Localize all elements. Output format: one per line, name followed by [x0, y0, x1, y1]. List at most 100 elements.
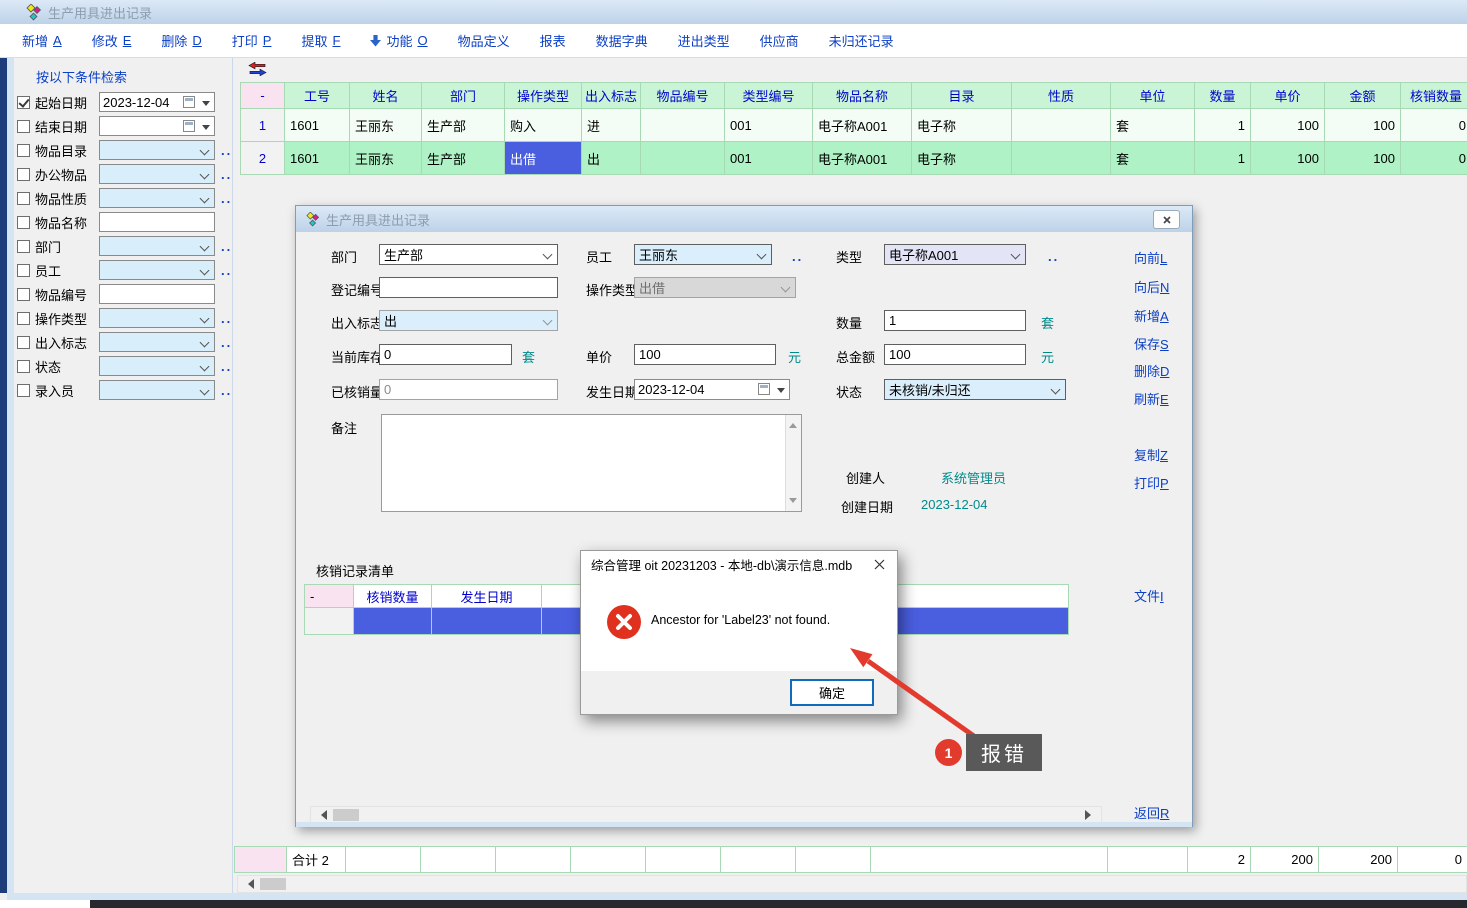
- toolbar-item-define-button[interactable]: 物品定义: [458, 31, 510, 50]
- stock-input[interactable]: 0: [379, 344, 512, 365]
- toolbar-function-menu[interactable]: 功能O: [370, 31, 427, 50]
- cell[interactable]: 1: [1195, 109, 1251, 142]
- toolbar-report-button[interactable]: 报表: [540, 31, 566, 50]
- add-button[interactable]: 新增A: [1134, 306, 1169, 325]
- browse-dots-button[interactable]: ..: [221, 383, 232, 398]
- next-button[interactable]: 向后N: [1134, 277, 1169, 296]
- end-date-field[interactable]: [99, 116, 215, 136]
- item-name-input[interactable]: [99, 212, 215, 232]
- cell[interactable]: 100: [1251, 109, 1325, 142]
- browse-dots-button[interactable]: ..: [221, 167, 232, 182]
- office-item-select[interactable]: [99, 164, 215, 184]
- copy-button[interactable]: 复制Z: [1134, 445, 1168, 464]
- checkbox[interactable]: [17, 288, 30, 301]
- cell[interactable]: [1012, 109, 1111, 142]
- verify-row-number[interactable]: [305, 608, 354, 635]
- status-select[interactable]: [99, 356, 215, 376]
- print-button[interactable]: 打印P: [1134, 473, 1169, 492]
- scroll-thumb[interactable]: [260, 878, 286, 890]
- browse-dots-button[interactable]: ..: [221, 359, 232, 374]
- cell[interactable]: 0: [1401, 109, 1467, 142]
- toolbar-unreturned-button[interactable]: 未归还记录: [829, 31, 894, 50]
- dialog-titlebar[interactable]: 生产用具进出记录: [296, 206, 1192, 232]
- checkbox[interactable]: [17, 360, 30, 373]
- start-date-field[interactable]: 2023-12-04: [99, 92, 215, 112]
- employee-select[interactable]: [99, 260, 215, 280]
- verify-cell-selected[interactable]: [354, 608, 432, 635]
- item-catalog-select[interactable]: [99, 140, 215, 160]
- cell[interactable]: [1012, 142, 1111, 175]
- row-number[interactable]: 1: [241, 109, 285, 142]
- status-combobox[interactable]: 未核销/未归还: [884, 379, 1066, 400]
- toolbar-supplier-button[interactable]: 供应商: [760, 31, 799, 50]
- toolbar-delete-button[interactable]: 删除D: [161, 31, 201, 50]
- cell[interactable]: 100: [1325, 109, 1401, 142]
- entry-clerk-select[interactable]: [99, 380, 215, 400]
- scroll-left-icon[interactable]: [316, 810, 327, 820]
- cell[interactable]: 套: [1111, 142, 1195, 175]
- department-select[interactable]: [99, 236, 215, 256]
- item-code-input[interactable]: [99, 284, 215, 304]
- cell[interactable]: 王丽东: [350, 109, 422, 142]
- selected-cell[interactable]: 出借: [505, 142, 582, 175]
- browse-dots-button[interactable]: ..: [221, 311, 232, 326]
- cell[interactable]: 进: [582, 109, 641, 142]
- cell[interactable]: 1601: [285, 109, 350, 142]
- cell[interactable]: 出: [582, 142, 641, 175]
- dropdown-arrow-icon[interactable]: [202, 101, 210, 110]
- toolbar-edit-button[interactable]: 修改E: [92, 31, 132, 50]
- cell[interactable]: 电子称A001: [813, 109, 912, 142]
- cell[interactable]: 套: [1111, 109, 1195, 142]
- swap-icon[interactable]: [248, 62, 267, 79]
- delete-button[interactable]: 删除D: [1134, 361, 1169, 380]
- checkbox[interactable]: [17, 336, 30, 349]
- cell[interactable]: [641, 109, 725, 142]
- checkbox[interactable]: [17, 192, 30, 205]
- regno-input[interactable]: [379, 277, 558, 298]
- file-button[interactable]: 文件I: [1134, 586, 1164, 605]
- cell[interactable]: [641, 142, 725, 175]
- cell[interactable]: 电子称: [912, 109, 1012, 142]
- cell[interactable]: 100: [1251, 142, 1325, 175]
- dept-combobox[interactable]: 生产部: [379, 244, 558, 265]
- dropdown-arrow-icon[interactable]: [202, 125, 210, 134]
- scroll-right-icon[interactable]: [1085, 810, 1096, 820]
- checkbox[interactable]: [17, 168, 30, 181]
- qty-input[interactable]: 1: [884, 310, 1026, 331]
- employee-browse-button[interactable]: ..: [792, 249, 803, 264]
- type-browse-button[interactable]: ..: [1048, 249, 1059, 264]
- cell[interactable]: 电子称A001: [813, 142, 912, 175]
- employee-combobox[interactable]: 王丽东: [634, 244, 772, 265]
- toolbar-print-button[interactable]: 打印P: [232, 31, 272, 50]
- browse-dots-button[interactable]: ..: [221, 143, 232, 158]
- scroll-down-icon[interactable]: [789, 498, 797, 507]
- cell[interactable]: 电子称: [912, 142, 1012, 175]
- checkbox[interactable]: [17, 264, 30, 277]
- checkbox[interactable]: [17, 312, 30, 325]
- scroll-left-icon[interactable]: [243, 879, 254, 889]
- window-titlebar[interactable]: 生产用具进出记录: [0, 0, 1467, 24]
- verify-cell-selected[interactable]: [432, 608, 542, 635]
- remark-textarea[interactable]: [381, 414, 802, 512]
- dialog-hscrollbar[interactable]: [310, 806, 1102, 823]
- cell[interactable]: 001: [725, 142, 813, 175]
- cell[interactable]: 生产部: [422, 142, 505, 175]
- browse-dots-button[interactable]: ..: [221, 263, 232, 278]
- checkbox[interactable]: [17, 240, 30, 253]
- error-close-button[interactable]: [871, 556, 887, 572]
- toolbar-add-button[interactable]: 新增A: [22, 31, 62, 50]
- toolbar-inout-type-button[interactable]: 进出类型: [678, 31, 730, 50]
- type-combobox[interactable]: 电子称A001: [884, 244, 1026, 265]
- checkbox[interactable]: [17, 144, 30, 157]
- row-number[interactable]: 2: [241, 142, 285, 175]
- prev-button[interactable]: 向前L: [1134, 248, 1167, 267]
- return-button[interactable]: 返回R: [1134, 803, 1169, 822]
- inout-flag-select[interactable]: [99, 332, 215, 352]
- ok-button[interactable]: 确定: [790, 679, 874, 706]
- save-button[interactable]: 保存S: [1134, 334, 1169, 353]
- browse-dots-button[interactable]: ..: [221, 335, 232, 350]
- price-input[interactable]: 100: [634, 344, 776, 365]
- checkbox[interactable]: [17, 216, 30, 229]
- error-titlebar[interactable]: 综合管理 oit 20231203 - 本地-db\演示信息.mdb: [581, 551, 897, 578]
- dialog-close-button[interactable]: [1153, 210, 1180, 229]
